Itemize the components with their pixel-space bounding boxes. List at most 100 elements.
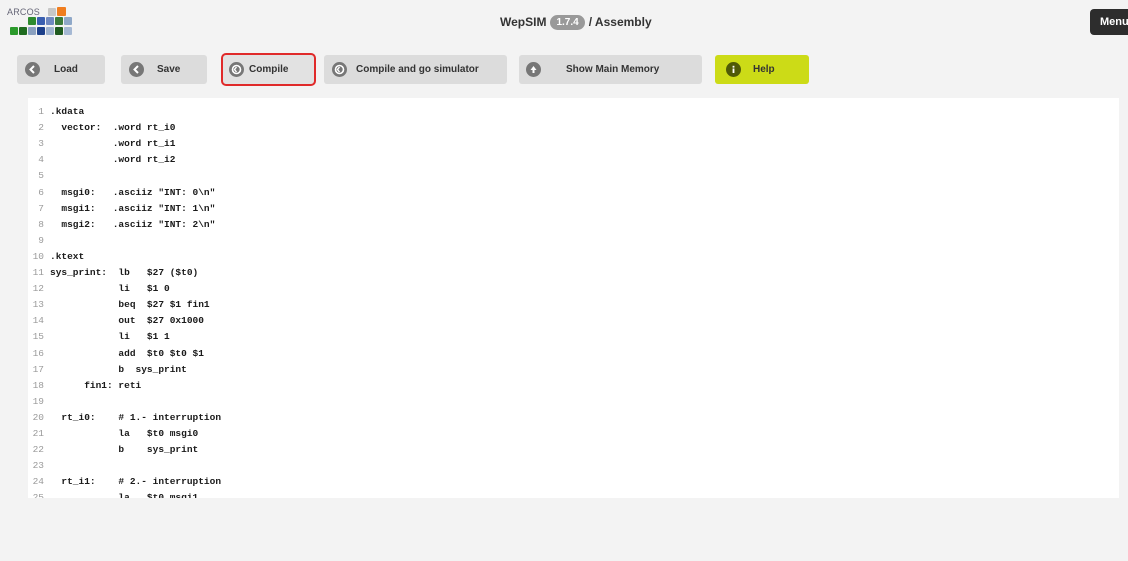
code-text: fin1: reti [50, 379, 142, 391]
compile-and-go-button[interactable]: Compile and go simulator [324, 55, 507, 84]
code-line[interactable]: 20 rt_i0: # 1.- interruption [28, 410, 1119, 426]
code-text: beq $27 $1 fin1 [50, 299, 210, 311]
code-text: b sys_print [50, 363, 187, 375]
line-number: 18 [32, 379, 44, 391]
line-number: 21 [32, 428, 44, 439]
code-line[interactable]: 5 [28, 168, 1119, 184]
line-number: 11 [32, 267, 44, 278]
code-text: li $1 0 [50, 283, 170, 295]
code-line[interactable]: 2 vector: .word rt_i0 [28, 120, 1119, 136]
save-button[interactable]: Save [121, 55, 207, 84]
show-main-memory-button[interactable]: Show Main Memory [519, 55, 702, 84]
line-number: 15 [32, 331, 44, 343]
code-line[interactable]: 19 [28, 394, 1119, 410]
menu-button[interactable]: Menu [1090, 9, 1128, 35]
line-number: 6 [38, 186, 44, 198]
code-line[interactable]: 24 rt_i1: # 2.- interruption [28, 474, 1119, 490]
load-label: Load [54, 64, 78, 75]
code-line[interactable]: 7 msgi1: .asciiz "INT: 1\n" [28, 201, 1119, 217]
line-number: 10 [32, 250, 44, 262]
code-line[interactable]: 14 out $27 0x1000 [28, 313, 1119, 329]
compile-go-icon [332, 62, 347, 77]
code-line[interactable]: 12 li $1 0 [28, 281, 1119, 297]
line-number: 1 [38, 106, 44, 117]
code-line[interactable]: 4 .word rt_i2 [28, 152, 1119, 168]
code-text: la $t0 msgi1 [50, 492, 199, 498]
code-text: b sys_print [50, 444, 199, 456]
line-number: 22 [32, 444, 44, 456]
toolbar: Load Save Compile Compile and go simulat… [0, 53, 1128, 86]
compile-button[interactable]: Compile [221, 53, 316, 86]
code-text: .ktext [50, 250, 85, 262]
line-number: 7 [38, 202, 44, 214]
code-line[interactable]: 10 .ktext [28, 249, 1119, 265]
compile-icon [229, 62, 244, 77]
line-number: 20 [32, 411, 44, 423]
line-number: 8 [38, 218, 44, 230]
code-line[interactable]: 11 sys_print: lb $27 ($t0) [28, 265, 1119, 281]
line-number: 19 [32, 395, 44, 407]
code-line[interactable]: 8 msgi2: .asciiz "INT: 2\n" [28, 217, 1119, 233]
code-text: sys_print: lb $27 ($t0) [50, 267, 199, 278]
code-line[interactable]: 15 li $1 1 [28, 329, 1119, 345]
code-line[interactable]: 3 .word rt_i1 [28, 136, 1119, 152]
code-line[interactable]: 17 b sys_print [28, 362, 1119, 378]
wepsim-assembly-page: ARCOS WepSIM 1.7.4 / Assembly Menu Load … [0, 0, 1128, 561]
info-icon [726, 62, 741, 77]
code-line[interactable]: 1 .kdata [28, 104, 1119, 120]
code-line[interactable]: 25 la $t0 msgi1 [28, 490, 1119, 498]
line-number: 2 [38, 122, 44, 134]
line-number: 16 [32, 347, 44, 359]
code-text: li $1 1 [50, 331, 170, 343]
code-text: .word rt_i2 [50, 154, 176, 166]
compile-and-go-label: Compile and go simulator [356, 64, 479, 75]
code-text: msgi2: .asciiz "INT: 2\n" [50, 218, 216, 230]
arcos-logo[interactable]: ARCOS [6, 7, 80, 37]
line-number: 12 [32, 283, 44, 295]
code-text: la $t0 msgi0 [50, 428, 199, 439]
title-app-name: WepSIM [500, 15, 547, 29]
code-text: add $t0 $t0 $1 [50, 347, 204, 359]
code-text: rt_i1: # 2.- interruption [50, 476, 222, 488]
assembly-code-editor[interactable]: 1 .kdata 2 vector: .word rt_i0 3 .word rt_i… [28, 98, 1119, 498]
load-button[interactable]: Load [17, 55, 105, 84]
page-title: WepSIM 1.7.4 / Assembly [500, 13, 652, 31]
help-button[interactable]: Help [715, 55, 809, 84]
arrow-up-icon [526, 62, 541, 77]
line-number: 24 [32, 476, 44, 488]
code-line[interactable]: 22 b sys_print [28, 442, 1119, 458]
version-badge: 1.7.4 [550, 14, 585, 30]
line-number: 13 [32, 299, 44, 311]
code-line[interactable]: 16 add $t0 $t0 $1 [28, 346, 1119, 362]
code-text: .kdata [50, 106, 85, 117]
code-line[interactable]: 9 [28, 233, 1119, 249]
code-line[interactable]: 6 msgi0: .asciiz "INT: 0\n" [28, 185, 1119, 201]
line-number: 9 [38, 234, 44, 246]
code-text: .word rt_i1 [50, 138, 176, 150]
code-line[interactable]: 13 beq $27 $1 fin1 [28, 297, 1119, 313]
code-text: rt_i0: # 1.- interruption [50, 411, 222, 423]
title-section: / Assembly [588, 15, 652, 29]
show-main-memory-label: Show Main Memory [566, 64, 660, 75]
top-header: ARCOS WepSIM 1.7.4 / Assembly Menu [0, 0, 1128, 44]
compile-label: Compile [249, 64, 289, 75]
load-icon [25, 62, 40, 77]
code-line[interactable]: 21 la $t0 msgi0 [28, 426, 1119, 442]
line-number: 3 [38, 138, 44, 150]
line-number: 17 [32, 363, 44, 375]
code-line[interactable]: 18 fin1: reti [28, 378, 1119, 394]
code-text: out $27 0x1000 [50, 315, 204, 327]
logo-text: ARCOS [7, 7, 41, 17]
save-label: Save [157, 64, 181, 75]
code-line[interactable]: 23 [28, 458, 1119, 474]
code-text: vector: .word rt_i0 [50, 122, 176, 134]
save-icon [129, 62, 144, 77]
code-text: msgi0: .asciiz "INT: 0\n" [50, 186, 216, 198]
line-number: 5 [38, 170, 44, 182]
line-number: 25 [32, 492, 44, 498]
line-number: 14 [32, 315, 44, 327]
code-text: msgi1: .asciiz "INT: 1\n" [50, 202, 216, 214]
line-number: 23 [32, 460, 44, 472]
help-label: Help [753, 64, 775, 75]
line-number: 4 [38, 154, 44, 166]
